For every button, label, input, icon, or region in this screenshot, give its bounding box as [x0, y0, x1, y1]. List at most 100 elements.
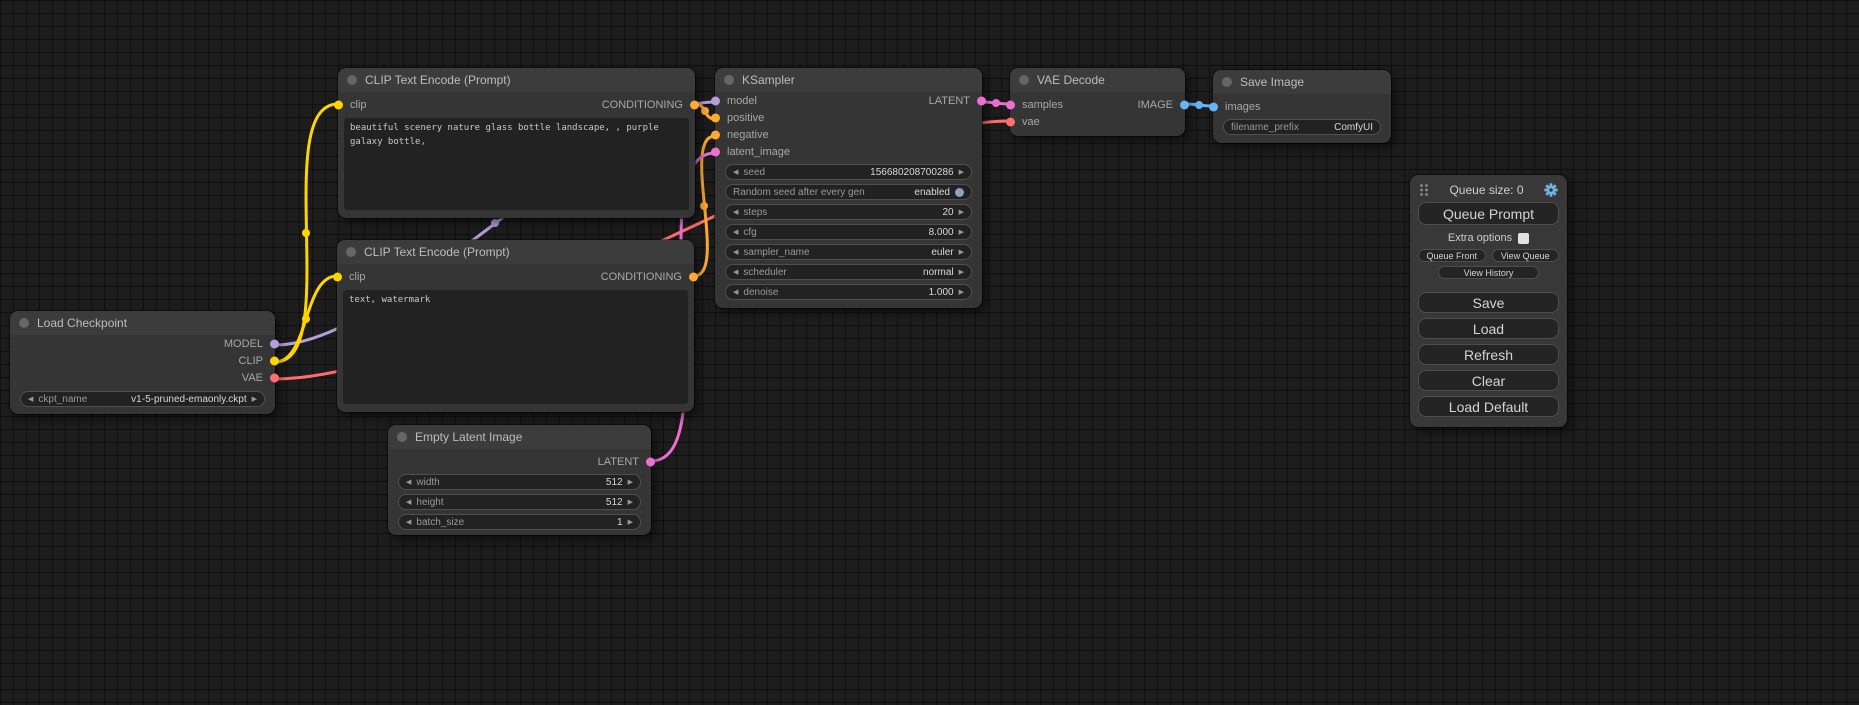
decrement-icon[interactable]: ◀ [406, 479, 411, 486]
widget-cfg[interactable]: ◀ cfg 8.000 ▶ [725, 224, 972, 240]
extra-options-checkbox[interactable] [1518, 233, 1529, 244]
wire-midpoint-dot[interactable] [1195, 101, 1203, 109]
queue-front-button[interactable]: Queue Front [1418, 249, 1486, 262]
input-label-clip: clip [349, 271, 366, 283]
node-status-dot [1019, 75, 1029, 85]
increment-icon[interactable]: ▶ [252, 396, 257, 403]
decrement-icon[interactable]: ◀ [28, 396, 33, 403]
output-slot-conditioning[interactable] [689, 272, 698, 281]
widget-sampler-name[interactable]: ◀ sampler_name euler ▶ [725, 244, 972, 260]
drag-handle-icon[interactable] [1419, 183, 1429, 197]
wire-clip-negative[interactable] [275, 276, 337, 362]
decrement-icon[interactable]: ◀ [733, 249, 738, 256]
increment-icon[interactable]: ▶ [959, 249, 964, 256]
output-slot-latent[interactable] [977, 96, 986, 105]
view-queue-button[interactable]: View Queue [1492, 249, 1560, 262]
slot-row: negative [715, 126, 982, 143]
output-slot-model[interactable] [270, 339, 279, 348]
settings-gear-icon[interactable] [1544, 183, 1558, 197]
output-slot-image[interactable] [1180, 100, 1189, 109]
queue-prompt-button[interactable]: Queue Prompt [1418, 202, 1559, 225]
increment-icon[interactable]: ▶ [959, 229, 964, 236]
widget-scheduler[interactable]: ◀ scheduler normal ▶ [725, 264, 972, 280]
output-slot-clip[interactable] [270, 356, 279, 365]
negative-prompt-textarea[interactable]: text, watermark [343, 290, 688, 404]
output-slot-vae[interactable] [270, 373, 279, 382]
input-slot-latent-image[interactable] [711, 147, 720, 156]
node-title-bar[interactable]: Save Image [1213, 70, 1391, 94]
wire-midpoint-dot[interactable] [491, 219, 499, 227]
increment-icon[interactable]: ▶ [628, 499, 633, 506]
wire-conditioning-negative[interactable] [694, 136, 715, 276]
input-label-clip: clip [350, 99, 367, 111]
decrement-icon[interactable]: ◀ [406, 519, 411, 526]
save-button[interactable]: Save [1418, 292, 1559, 313]
input-slot-positive[interactable] [711, 113, 720, 122]
output-slot-latent[interactable] [646, 457, 655, 466]
increment-icon[interactable]: ▶ [959, 209, 964, 216]
input-slot-vae[interactable] [1006, 117, 1015, 126]
wire-midpoint-dot[interactable] [302, 315, 310, 323]
increment-icon[interactable]: ▶ [628, 479, 633, 486]
node-title-bar[interactable]: KSampler [715, 68, 982, 92]
wire-midpoint-dot[interactable] [302, 229, 310, 237]
wire-clip-positive[interactable] [275, 104, 338, 362]
node-ksampler[interactable]: KSampler model LATENT positive negative … [715, 68, 982, 308]
node-vae-decode[interactable]: VAE Decode samples IMAGE vae [1010, 68, 1185, 136]
widget-denoise[interactable]: ◀ denoise 1.000 ▶ [725, 284, 972, 300]
widget-steps[interactable]: ◀ steps 20 ▶ [725, 204, 972, 220]
load-default-button[interactable]: Load Default [1418, 396, 1559, 417]
input-slot-model[interactable] [711, 96, 720, 105]
widget-label: width [416, 477, 439, 488]
node-clip-text-encode-negative[interactable]: CLIP Text Encode (Prompt) clip CONDITION… [337, 240, 694, 412]
node-graph-canvas[interactable]: { "icons": { "decrement": "◀", "incremen… [0, 0, 1859, 705]
node-save-image[interactable]: Save Image images filename_prefix ComfyU… [1213, 70, 1391, 143]
decrement-icon[interactable]: ◀ [733, 229, 738, 236]
input-slot-negative[interactable] [711, 130, 720, 139]
widget-value: 8.000 [929, 227, 954, 238]
view-history-button[interactable]: View History [1438, 266, 1540, 279]
input-label-model: model [727, 95, 757, 107]
input-slot-samples[interactable] [1006, 100, 1015, 109]
widget-batch-size[interactable]: ◀ batch_size 1 ▶ [398, 514, 641, 530]
node-title-bar[interactable]: CLIP Text Encode (Prompt) [337, 240, 694, 264]
input-slot-clip[interactable] [333, 272, 342, 281]
node-title-bar[interactable]: VAE Decode [1010, 68, 1185, 92]
toggle-indicator-icon[interactable] [955, 188, 964, 197]
input-slot-clip[interactable] [334, 100, 343, 109]
decrement-icon[interactable]: ◀ [406, 499, 411, 506]
wire-midpoint-dot[interactable] [701, 107, 709, 115]
decrement-icon[interactable]: ◀ [733, 209, 738, 216]
node-load-checkpoint[interactable]: Load Checkpoint MODEL CLIP VAE ◀ ckpt_na… [10, 311, 275, 414]
node-title-text: Empty Latent Image [415, 430, 522, 444]
node-title-bar[interactable]: CLIP Text Encode (Prompt) [338, 68, 695, 92]
node-title-bar[interactable]: Empty Latent Image [388, 425, 651, 449]
increment-icon[interactable]: ▶ [959, 169, 964, 176]
increment-icon[interactable]: ▶ [959, 269, 964, 276]
increment-icon[interactable]: ▶ [628, 519, 633, 526]
widget-height[interactable]: ◀ height 512 ▶ [398, 494, 641, 510]
decrement-icon[interactable]: ◀ [733, 289, 738, 296]
clear-button[interactable]: Clear [1418, 370, 1559, 391]
node-clip-text-encode-positive[interactable]: CLIP Text Encode (Prompt) clip CONDITION… [338, 68, 695, 218]
node-title-bar[interactable]: Load Checkpoint [10, 311, 275, 335]
decrement-icon[interactable]: ◀ [733, 169, 738, 176]
widget-width[interactable]: ◀ width 512 ▶ [398, 474, 641, 490]
comfy-menu-panel[interactable]: Queue size: 0 Queue Prompt Extra options… [1410, 175, 1567, 427]
output-slot-conditioning[interactable] [690, 100, 699, 109]
load-button[interactable]: Load [1418, 318, 1559, 339]
wire-midpoint-dot[interactable] [992, 99, 1000, 107]
widget-random-seed-toggle[interactable]: Random seed after every gen enabled [725, 184, 972, 200]
wire-midpoint-dot[interactable] [700, 202, 708, 210]
widget-ckpt-name[interactable]: ◀ ckpt_name v1-5-pruned-emaonly.ckpt ▶ [20, 391, 265, 407]
input-slot-images[interactable] [1209, 102, 1218, 111]
decrement-icon[interactable]: ◀ [733, 269, 738, 276]
refresh-button[interactable]: Refresh [1418, 344, 1559, 365]
widget-filename-prefix[interactable]: filename_prefix ComfyUI [1223, 119, 1381, 135]
slot-row: samples IMAGE [1010, 96, 1185, 113]
positive-prompt-textarea[interactable]: beautiful scenery nature glass bottle la… [344, 118, 689, 210]
widget-seed[interactable]: ◀ seed 156680208700286 ▶ [725, 164, 972, 180]
node-empty-latent-image[interactable]: Empty Latent Image LATENT ◀ width 512 ▶ … [388, 425, 651, 535]
increment-icon[interactable]: ▶ [959, 289, 964, 296]
output-label-latent: LATENT [598, 456, 639, 468]
